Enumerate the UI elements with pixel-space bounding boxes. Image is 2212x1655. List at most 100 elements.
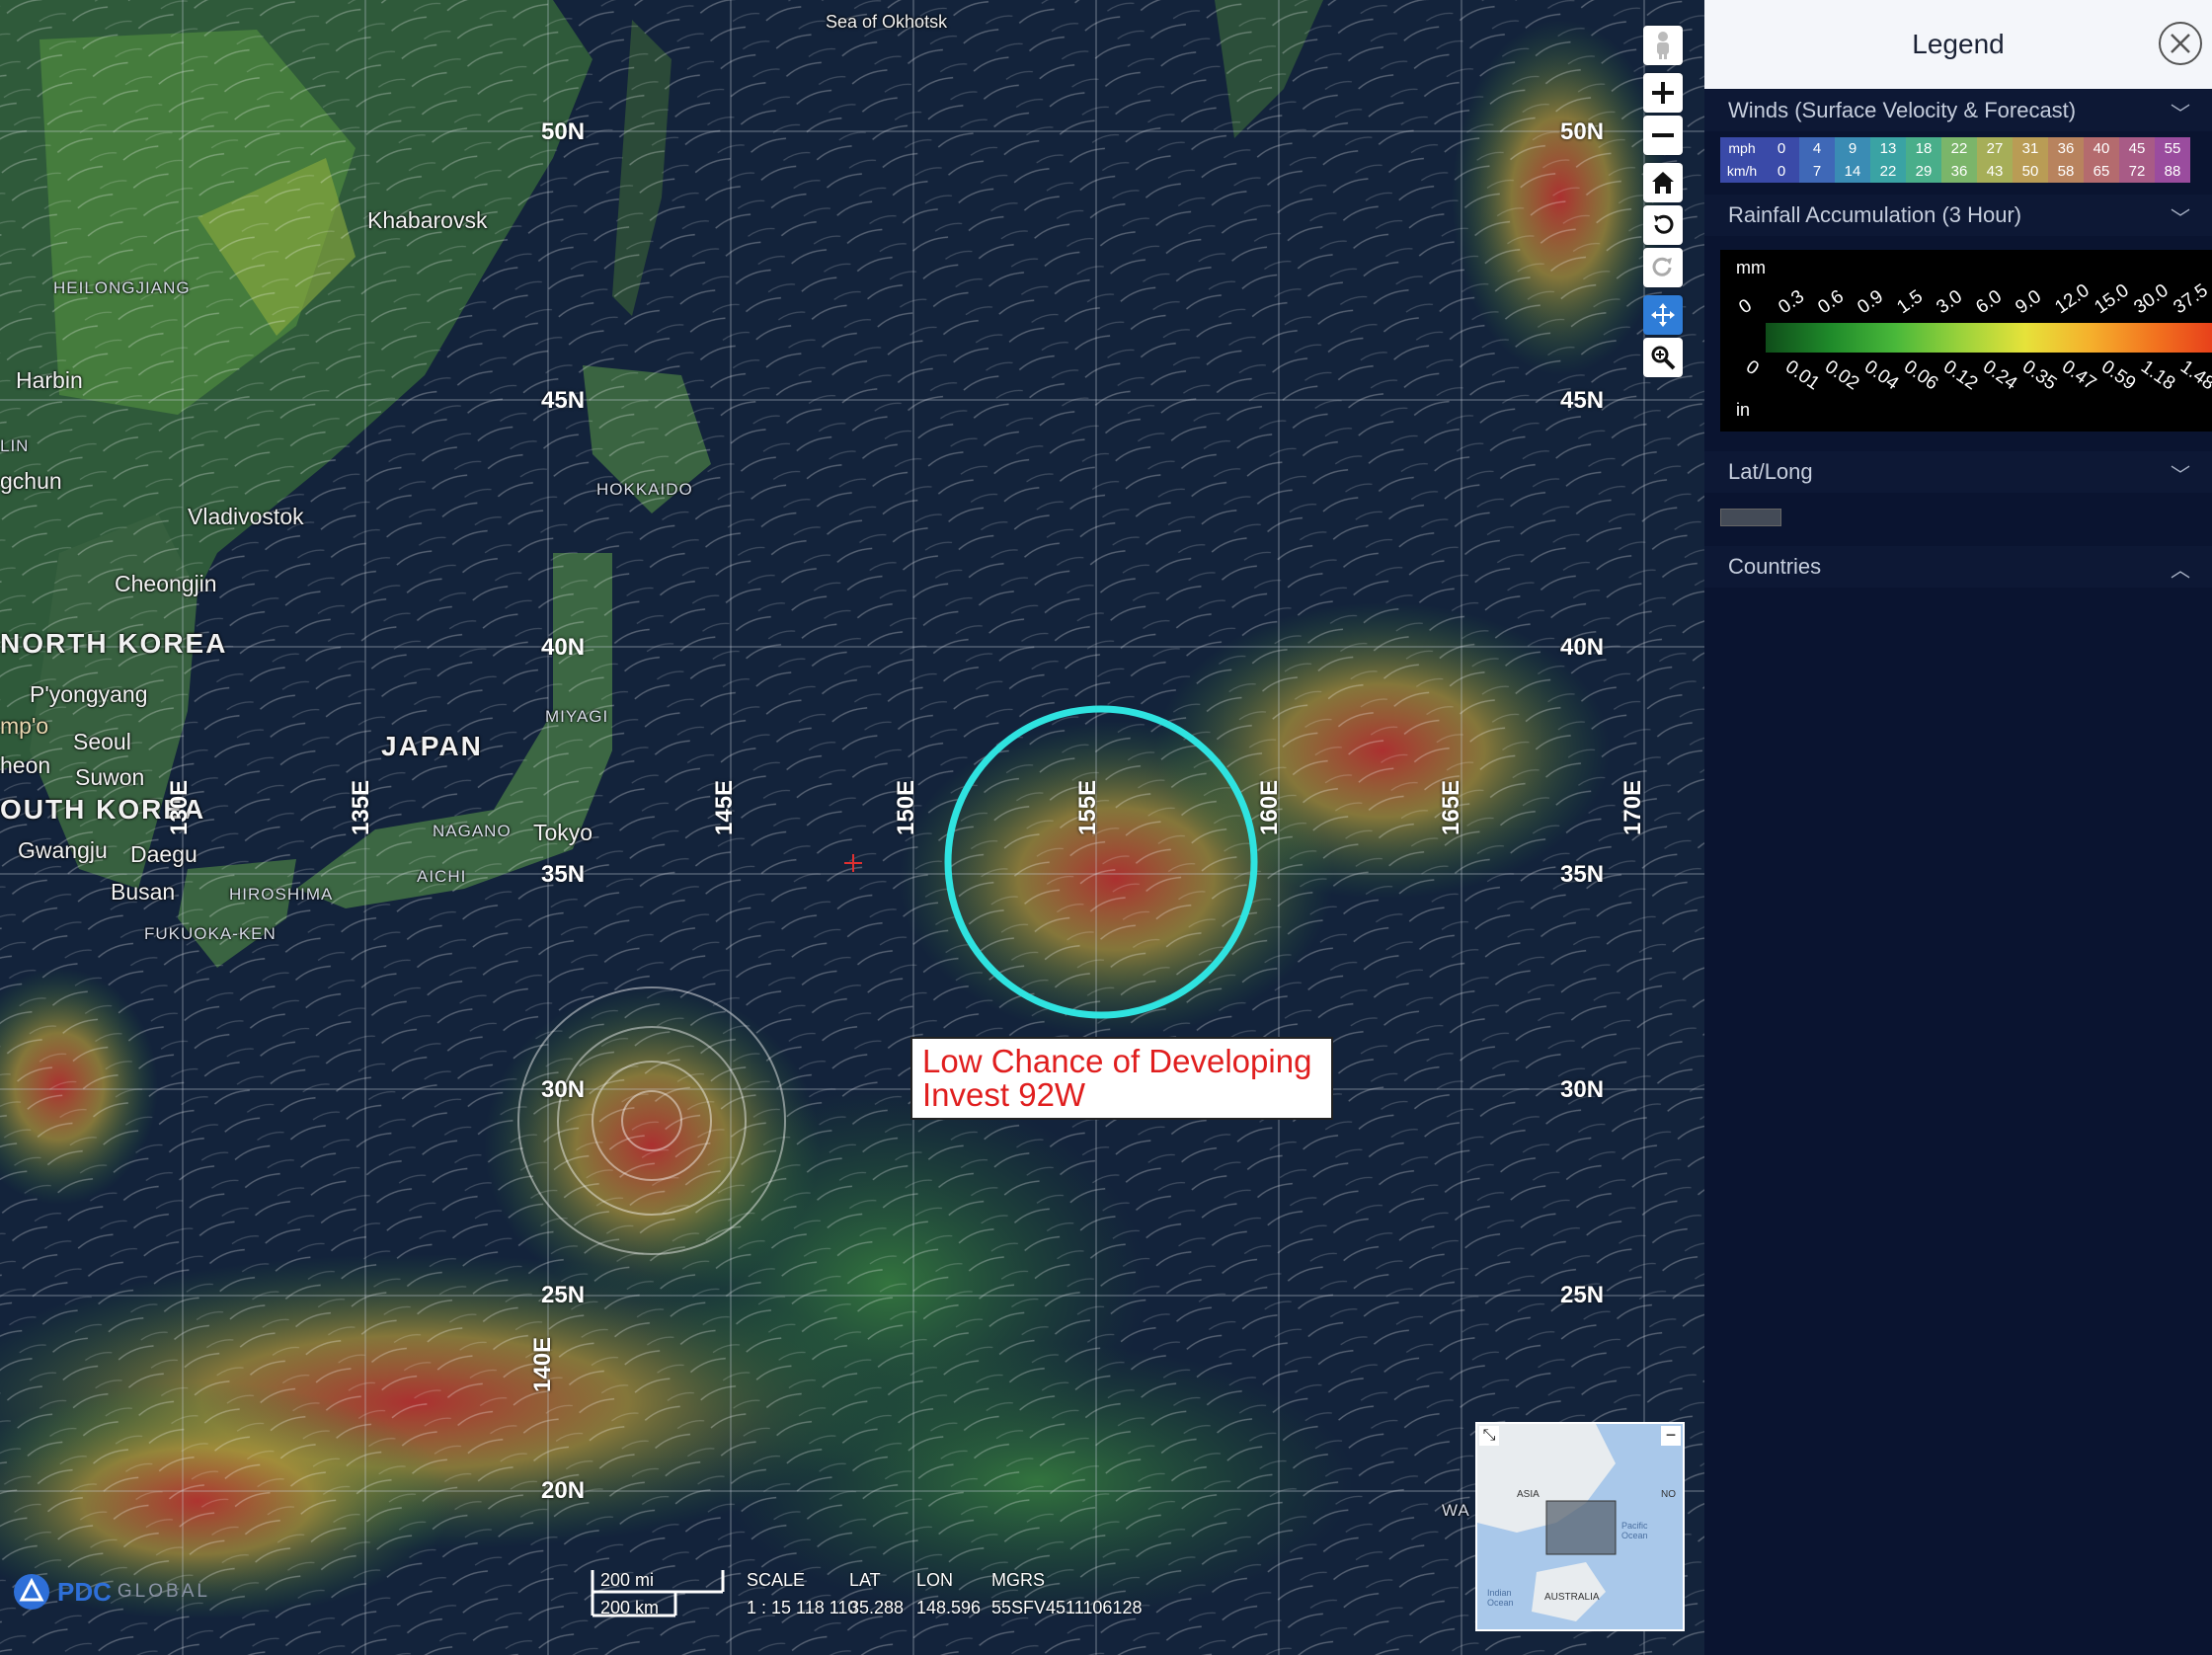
rain-mm-tick: 12.0 xyxy=(2051,279,2094,319)
overview-extent-box xyxy=(1545,1500,1617,1555)
rain-in-tick: 0.24 xyxy=(1978,356,2021,395)
label-heilongjiang: HEILONGJIANG xyxy=(53,278,191,297)
rain-mm-tick: 30.0 xyxy=(2130,279,2172,319)
zoom-out-button[interactable] xyxy=(1643,116,1683,155)
lat-label-35n-east: 35N xyxy=(1560,861,1605,888)
wind-kmh-value: 43 xyxy=(1977,160,2013,183)
label-heon: heon xyxy=(0,752,51,778)
storm-annotation-line1: Low Chance of Developing xyxy=(922,1043,1312,1079)
wind-mph-value: 4 xyxy=(1799,137,1835,160)
wind-kmh-value: 58 xyxy=(2048,160,2084,183)
wind-kmh-value: 14 xyxy=(1835,160,1870,183)
wind-mph-value: 31 xyxy=(2013,137,2048,160)
rain-in-tick: 0.47 xyxy=(2057,356,2100,395)
legend-title: Legend xyxy=(1912,29,2005,59)
rain-mm-tick: 1.5 xyxy=(1893,285,1928,319)
logo-sub: GLOBAL xyxy=(117,1581,210,1602)
chevron-up-icon: ︿ xyxy=(2171,560,2190,582)
lat-label-30n: 30N xyxy=(541,1076,586,1103)
pan-icon xyxy=(1651,303,1675,327)
wind-mph-value: 55 xyxy=(2155,137,2190,160)
label-cheongjin: Cheongjin xyxy=(115,571,217,596)
rain-mm-tick: 0 xyxy=(1735,294,1757,319)
map-view[interactable]: Sea of Okhotsk Khabarovsk HEILONGJIANG H… xyxy=(0,0,1704,1655)
section-winds-header[interactable]: Winds (Surface Velocity & Forecast) ﹀ xyxy=(1704,90,2212,131)
lat-value: 35.288 xyxy=(849,1598,905,1617)
lat-label-20n: 20N xyxy=(541,1477,586,1504)
section-countries-header[interactable]: Countries ︿ xyxy=(1704,546,2212,588)
lat-label-25n: 25N xyxy=(541,1282,586,1308)
rain-gradient-bar xyxy=(1766,323,2212,353)
rotate-left-button[interactable] xyxy=(1643,205,1683,245)
overview-indian: Indian Ocean xyxy=(1487,1588,1514,1608)
wind-mph-value: 18 xyxy=(1906,137,1941,160)
home-button[interactable] xyxy=(1643,163,1683,202)
wind-kmh-value: 72 xyxy=(2119,160,2155,183)
overview-expand-icon[interactable]: ⤡ xyxy=(1479,1426,1499,1446)
label-vladivostok: Vladivostok xyxy=(188,504,304,529)
wind-mph-value: 22 xyxy=(1941,137,1977,160)
scale-km: 200 km xyxy=(600,1598,660,1617)
rain-mm-tick: 15.0 xyxy=(2091,279,2133,319)
wind-mph-value: 13 xyxy=(1870,137,1906,160)
rotate-right-button[interactable] xyxy=(1643,248,1683,287)
overview-map[interactable]: ⤡ − ASIA NO Pacific Ocean Indian Ocean A… xyxy=(1475,1422,1685,1631)
overview-no: NO xyxy=(1661,1489,1676,1500)
label-miyagi: MIYAGI xyxy=(545,707,609,726)
street-view-button[interactable] xyxy=(1643,26,1683,65)
label-khabarovsk: Khabarovsk xyxy=(367,207,488,233)
rain-in-tick: 0.35 xyxy=(2017,356,2061,395)
wind-kmh-value: 0 xyxy=(1764,160,1799,183)
section-latlong-title: Lat/Long xyxy=(1728,459,1813,484)
rain-in-tick: 0.12 xyxy=(1938,356,1982,395)
rain-mm-tick: 3.0 xyxy=(1933,285,1967,319)
pan-button[interactable] xyxy=(1643,295,1683,335)
rain-in-tick: 0 xyxy=(1741,356,1763,380)
label-wa: WA xyxy=(1442,1501,1470,1520)
wind-kmh-value: 29 xyxy=(1906,160,1941,183)
label-mpo: mp'o xyxy=(0,713,49,739)
section-latlong-header[interactable]: Lat/Long ﹀ xyxy=(1704,451,2212,493)
overview-collapse-icon[interactable]: − xyxy=(1661,1426,1681,1446)
section-rain-header[interactable]: Rainfall Accumulation (3 Hour) ﹀ xyxy=(1704,195,2212,236)
storm-annotation-line2: Invest 92W xyxy=(922,1076,1086,1113)
lon-label: LON xyxy=(916,1570,954,1590)
wind-row-kmh: km/h 0 7 14 22 29 36 43 50 58 65 72 88 xyxy=(1720,160,2212,183)
rotate-right-icon xyxy=(1652,257,1672,276)
wind-kmh-value: 22 xyxy=(1870,160,1906,183)
lon-label-165e: 165E xyxy=(1438,779,1464,835)
zoom-in-button[interactable] xyxy=(1643,73,1683,113)
lat-label: LAT xyxy=(849,1570,881,1590)
wind-mph-value: 45 xyxy=(2119,137,2155,160)
close-button[interactable] xyxy=(2159,22,2202,65)
scale-mi: 200 mi xyxy=(600,1570,655,1590)
lat-label-45n-east: 45N xyxy=(1560,387,1605,414)
logo-text: PDC xyxy=(57,1576,112,1607)
rain-in-tick: 1.18 xyxy=(2136,356,2179,395)
label-suwon: Suwon xyxy=(75,764,145,790)
wind-kmh-value: 88 xyxy=(2155,160,2190,183)
wind-mph-value: 9 xyxy=(1835,137,1870,160)
lat-label-40n-east: 40N xyxy=(1560,634,1605,661)
scale-value: 1 : 15 118 110 xyxy=(747,1598,858,1617)
rain-in-tick: 0.02 xyxy=(1820,356,1863,395)
wind-kmh-value: 7 xyxy=(1799,160,1835,183)
lat-label-50n: 50N xyxy=(541,118,586,145)
rain-unit-in: in xyxy=(1736,400,1751,420)
lon-value: 148.596 xyxy=(916,1598,982,1617)
label-busan: Busan xyxy=(111,879,176,905)
label-fukuoka: FUKUOKA-KEN xyxy=(144,924,276,943)
chevron-down-icon: ﹀ xyxy=(2171,465,2190,487)
wind-mph-value: 36 xyxy=(2048,137,2084,160)
rain-in-tick: 1.48 xyxy=(2175,356,2212,395)
mgrs-value: 55SFV4511106128 xyxy=(991,1598,1143,1617)
label-daegu: Daegu xyxy=(130,841,198,867)
wind-kmh-value: 50 xyxy=(2013,160,2048,183)
zoom-box-button[interactable] xyxy=(1643,338,1683,377)
rain-mm-tick: 0.3 xyxy=(1775,285,1809,319)
lat-label-40n: 40N xyxy=(541,634,586,661)
lat-label-45n: 45N xyxy=(541,387,586,414)
label-seoul: Seoul xyxy=(73,729,131,754)
overview-asia: ASIA xyxy=(1517,1489,1540,1500)
overview-pacific: Pacific Ocean xyxy=(1621,1521,1648,1540)
